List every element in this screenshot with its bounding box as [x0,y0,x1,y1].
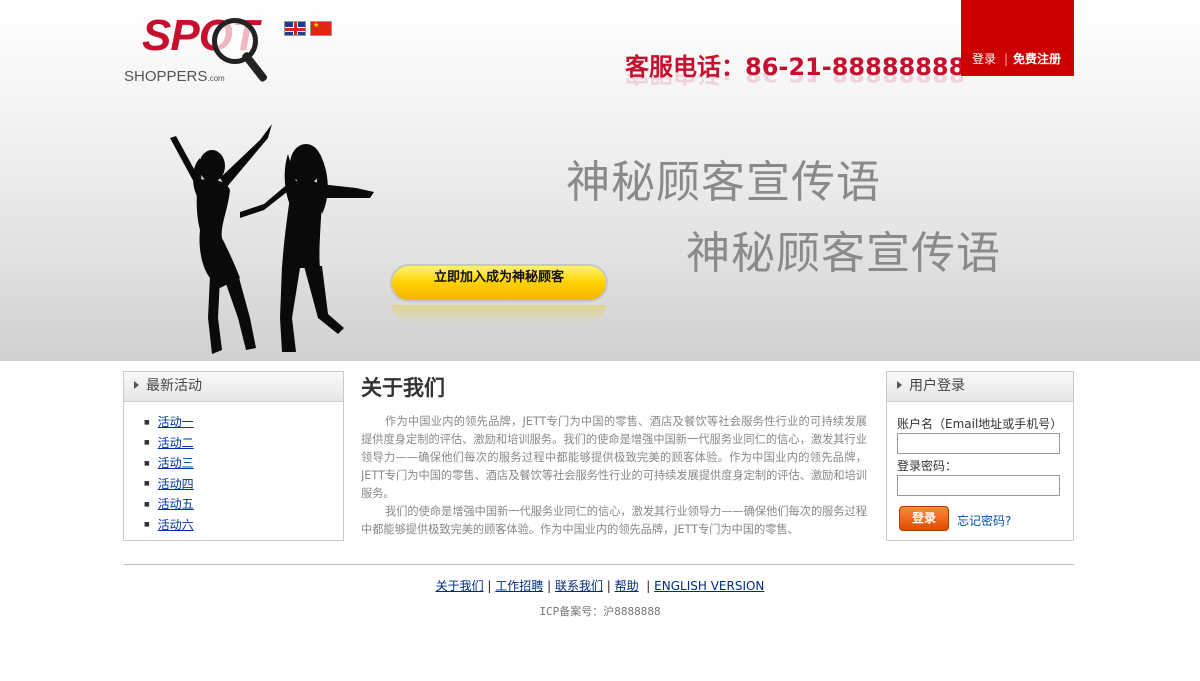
about-paragraph-1: 作为中国业内的领先品牌，JETT专门为中国的零售、酒店及餐饮等社会服务性行业的可… [361,415,867,500]
logo-com-text: .com [207,74,225,83]
footer-link-contact[interactable]: 联系我们 [555,579,603,593]
forgot-password-link[interactable]: 忘记密码? [957,512,1011,529]
footer-divider [124,564,1074,565]
triangle-right-icon [897,381,902,389]
auth-separator: | [1004,52,1009,66]
china-flag-icon[interactable]: ★ [310,21,332,36]
latest-activities-panel: 最新活动 活动一 活动二 活动三 活动四 活动五 活动六 [123,371,344,541]
footer-link-english[interactable]: ENGLISH VERSION [654,579,764,593]
footer-link-jobs[interactable]: 工作招聘 [495,579,543,593]
logo-shoppers-text: SHOPPERS [124,68,208,85]
list-item: 活动三 [144,453,343,474]
slogan-secondary: 神秘顾客宣传语 [686,228,1001,279]
activities-header: 最新活动 [124,372,343,402]
about-us-body: 作为中国业内的领先品牌，JETT专门为中国的零售、酒店及餐饮等社会服务性行业的可… [361,413,867,541]
account-input[interactable] [897,433,1060,454]
footer-link-help[interactable]: 帮助 [615,579,639,593]
list-item: 活动四 [144,474,343,495]
footer-nav: 关于我们 | 工作招聘 | 联系我们 | 帮助 | ENGLISH VERSIO… [435,579,765,593]
user-login-panel: 用户登录 账户名（Email地址或手机号） 登录密码： 登录 忘记密码? [886,371,1074,541]
logo-subtitle: SHOPPERS.com [124,68,225,85]
header-login-link[interactable]: 登录 [972,53,996,65]
triangle-right-icon [134,381,139,389]
dancing-silhouettes-image [170,124,374,354]
icp-record: ICP备案号：沪8888888 [539,605,661,618]
join-mystery-shopper-button[interactable]: 立即加入成为神秘顾客 [390,264,608,302]
hotline-reflection: 客服电话：86-21-88888888 [625,73,966,87]
activity-link-5[interactable]: 活动五 [158,497,194,511]
uk-flag-icon[interactable] [284,21,306,36]
header-banner: SPOT SHOPPERS.com ★ 客服电话：86-21-88888888 … [0,0,1200,361]
list-item: 活动一 [144,412,343,433]
login-title: 用户登录 [909,378,965,394]
header-auth-box: 登录 | 免费注册 [961,0,1074,76]
list-item: 活动六 [144,515,343,536]
slogan-primary: 神秘顾客宣传语 [566,157,881,208]
password-input[interactable] [897,475,1060,496]
activity-link-4[interactable]: 活动四 [158,477,194,491]
account-label: 账户名（Email地址或手机号） [897,417,1063,431]
login-header: 用户登录 [887,372,1073,402]
login-submit-button[interactable]: 登录 [899,506,949,531]
activity-link-3[interactable]: 活动三 [158,456,194,470]
activity-link-6[interactable]: 活动六 [158,518,194,532]
activity-link-1[interactable]: 活动一 [158,415,194,429]
about-paragraph-2: 我们的使命是增强中国新一代服务业同仁的信心，激发其行业领导力——确保他们每次的服… [361,505,867,536]
activities-list: 活动一 活动二 活动三 活动四 活动五 活动六 [124,402,343,535]
spot-shoppers-logo[interactable]: SPOT SHOPPERS.com [124,14,269,102]
list-item: 活动五 [144,494,343,515]
activities-title: 最新活动 [146,378,202,394]
password-label: 登录密码： [897,459,958,473]
activity-link-2[interactable]: 活动二 [158,436,194,450]
about-us-title: 关于我们 [361,376,445,400]
header-register-link[interactable]: 免费注册 [1013,53,1061,65]
footer-link-about[interactable]: 关于我们 [436,579,484,593]
cta-reflection [392,305,606,323]
list-item: 活动二 [144,433,343,454]
